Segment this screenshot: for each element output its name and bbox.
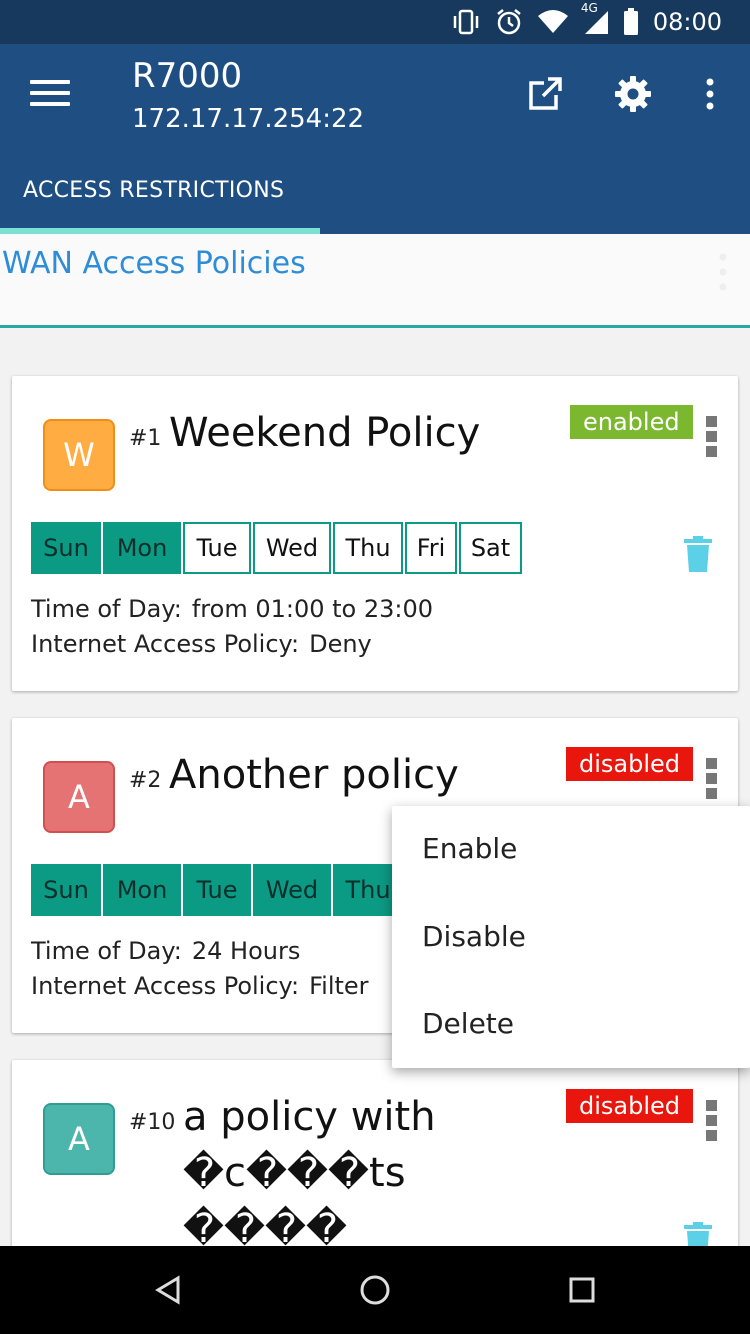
policy-name-line2: �c���ts [183,1150,406,1196]
policy-name: a policy with [183,1094,436,1140]
status-badge: disabled [566,1089,694,1123]
access-policy-row: Internet Access Policy: Deny [31,627,433,662]
policy-number: #10 [129,1110,176,1135]
day-mon[interactable]: Mon [103,522,181,574]
card-more-icon[interactable] [702,758,720,803]
card-more-icon[interactable] [702,1100,720,1145]
section-header: WAN Access Policies [0,234,750,328]
day-wed[interactable]: Wed [253,864,331,916]
menu-icon[interactable] [30,80,70,110]
policy-details: Time of Day: from 01:00 to 23:00 Internet… [31,592,433,662]
section-more-icon[interactable] [718,252,728,297]
policy-number: #2 [129,768,162,793]
vibrate-icon [451,9,481,35]
device-title: R7000 [132,56,243,96]
time-label: Time of Day: [31,595,182,623]
day-sun[interactable]: Sun [31,864,101,916]
menu-item-enable[interactable]: Enable [422,832,517,865]
access-policy-row: Internet Access Policy: Filter [31,969,369,1004]
day-sat[interactable]: Sat [459,522,522,574]
policy-number: #1 [129,426,162,451]
day-selector: Sun Mon Tue Wed Thu Fri Sat [31,522,524,574]
app-bar: R7000 172.17.17.254:22 ACCESS RESTRICTIO… [0,44,750,234]
battery-icon [623,8,639,36]
day-sun[interactable]: Sun [31,522,101,574]
policy-label: Internet Access Policy: [31,630,300,658]
time-value: 24 Hours [191,937,301,965]
day-tue[interactable]: Tue [183,864,251,916]
policy-card[interactable]: W #1 Weekend Policy enabled Sun Mon Tue … [12,376,738,691]
policy-name: Another policy [169,752,459,798]
avatar: W [43,419,115,491]
status-badge: enabled [570,405,693,439]
policy-value: Filter [309,972,369,1000]
back-icon[interactable] [148,1270,188,1310]
policy-value: Deny [309,630,372,658]
open-external-icon[interactable] [523,72,567,116]
cellular-signal-icon: 4G [581,1,609,35]
home-icon[interactable] [355,1270,395,1310]
day-wed[interactable]: Wed [253,522,331,574]
network-label: 4G [580,1,598,15]
time-of-day-row: Time of Day: 24 Hours [31,934,369,969]
tab-label: ACCESS RESTRICTIONS [23,178,285,203]
status-icons: 4G 08:00 [451,0,722,44]
day-fri[interactable]: Fri [405,522,457,574]
policy-label: Internet Access Policy: [31,972,300,1000]
day-tue[interactable]: Tue [183,522,251,574]
recents-icon[interactable] [562,1270,602,1310]
day-selector: Sun Mon Tue Wed Thu [31,864,405,916]
status-bar: 4G 08:00 [0,0,750,44]
menu-item-delete[interactable]: Delete [422,1007,514,1040]
time-label: Time of Day: [31,937,182,965]
time-value: from 01:00 to 23:00 [191,595,434,623]
status-badge: disabled [566,747,694,781]
day-mon[interactable]: Mon [103,864,181,916]
policy-details: Time of Day: 24 Hours Internet Access Pol… [31,934,369,1004]
alarm-icon [495,8,523,36]
trash-icon[interactable] [684,536,712,577]
day-thu[interactable]: Thu [333,522,403,574]
context-menu: Enable Disable Delete [392,806,750,1068]
navigation-bar [0,1246,750,1334]
avatar: A [43,761,115,833]
avatar: A [43,1103,115,1175]
wifi-icon [537,10,569,34]
clock: 08:00 [652,8,722,36]
section-title: WAN Access Policies [2,246,306,281]
more-vert-icon[interactable] [688,72,732,116]
settings-gear-icon[interactable] [611,72,655,116]
policy-name: Weekend Policy [169,410,481,456]
device-address: 172.17.17.254:22 [132,104,365,134]
tab-access-restrictions[interactable]: ACCESS RESTRICTIONS [0,164,320,234]
card-more-icon[interactable] [702,416,720,461]
menu-item-disable[interactable]: Disable [422,920,526,953]
time-of-day-row: Time of Day: from 01:00 to 23:00 [31,592,433,627]
